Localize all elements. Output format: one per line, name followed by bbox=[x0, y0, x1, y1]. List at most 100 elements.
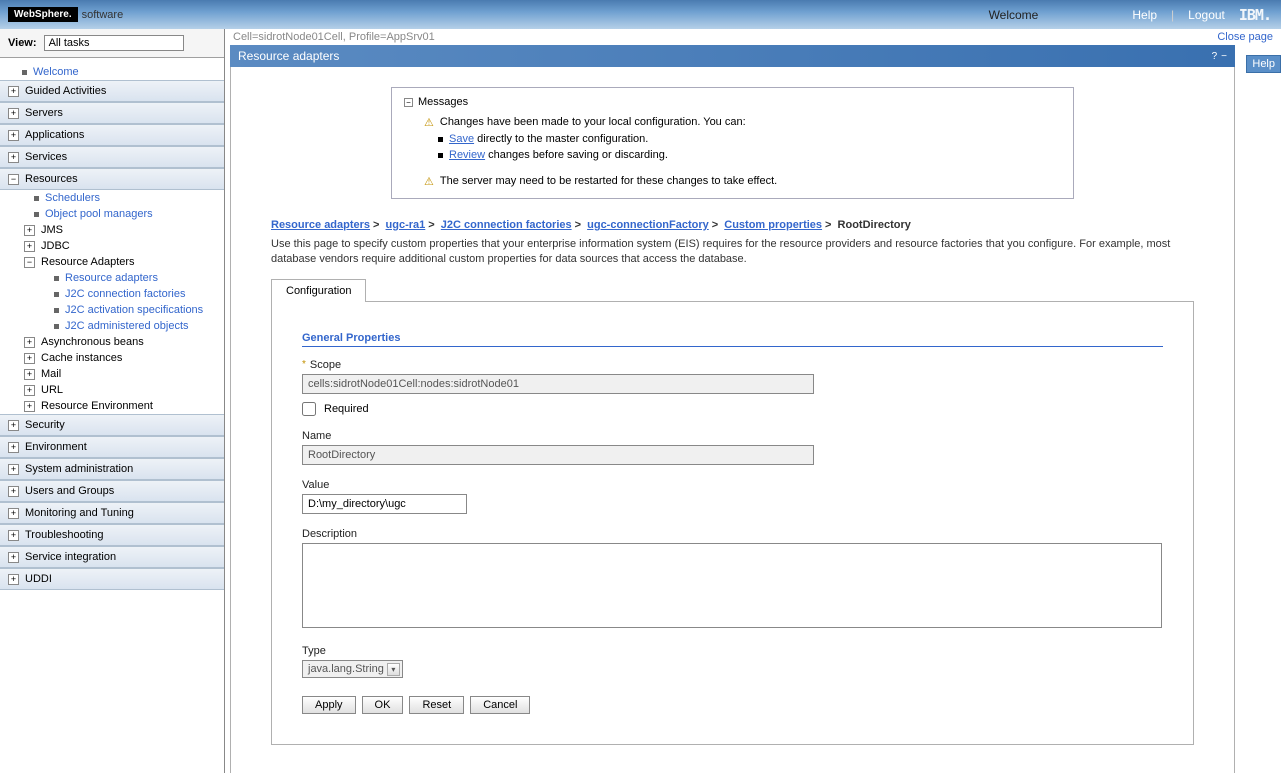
expand-icon[interactable]: + bbox=[8, 442, 19, 453]
nav-ra-resource-adapters[interactable]: Resource adapters bbox=[0, 270, 224, 286]
nav-service-integration[interactable]: +Service integration bbox=[0, 546, 224, 568]
nav-welcome[interactable]: Welcome bbox=[0, 64, 224, 80]
expand-icon[interactable]: + bbox=[8, 86, 19, 97]
expand-icon[interactable]: + bbox=[24, 369, 35, 380]
nav-monitoring-tuning[interactable]: +Monitoring and Tuning bbox=[0, 502, 224, 524]
button-row: Apply OK Reset Cancel bbox=[302, 696, 1163, 714]
nav-ra-j2c-activation-specifications[interactable]: J2C activation specifications bbox=[0, 302, 224, 318]
expand-icon[interactable]: + bbox=[24, 241, 35, 252]
breadcrumb-custom-properties[interactable]: Custom properties bbox=[724, 219, 822, 231]
breadcrumb-current: RootDirectory bbox=[838, 219, 911, 231]
warning-icon: ⚠ bbox=[424, 175, 434, 188]
logo: WebSphere. bbox=[8, 7, 78, 22]
field-name: Name RootDirectory bbox=[302, 430, 1163, 465]
scope-value: cells:sidrotNode01Cell:nodes:sidrotNode0… bbox=[302, 374, 814, 394]
collapse-icon[interactable]: − bbox=[404, 98, 413, 107]
breadcrumb-j2c-connection-factories[interactable]: J2C connection factories bbox=[441, 219, 572, 231]
expand-icon[interactable]: + bbox=[24, 337, 35, 348]
close-page-link[interactable]: Close page bbox=[1217, 31, 1273, 43]
expand-icon[interactable]: + bbox=[24, 401, 35, 412]
breadcrumb: Resource adapters> ugc-ra1> J2C connecti… bbox=[271, 219, 1194, 231]
nav-jdbc[interactable]: +JDBC bbox=[0, 238, 224, 254]
message-warning-1: ⚠ Changes have been made to your local c… bbox=[404, 114, 1061, 131]
ok-button[interactable]: OK bbox=[362, 696, 404, 714]
expand-icon[interactable]: + bbox=[24, 353, 35, 364]
help-side-button[interactable]: Help bbox=[1246, 55, 1281, 73]
nav-users-groups[interactable]: +Users and Groups bbox=[0, 480, 224, 502]
nav-guided-activities[interactable]: +Guided Activities bbox=[0, 80, 224, 102]
field-type: Type java.lang.String ▾ bbox=[302, 645, 1163, 678]
apply-button[interactable]: Apply bbox=[302, 696, 356, 714]
help-link[interactable]: Help bbox=[1132, 8, 1157, 22]
messages-box: − Messages ⚠ Changes have been made to y… bbox=[391, 87, 1074, 199]
section-general-properties: General Properties bbox=[302, 332, 1163, 347]
expand-icon[interactable]: + bbox=[8, 420, 19, 431]
nav-services[interactable]: +Services bbox=[0, 146, 224, 168]
nav-jms[interactable]: +JMS bbox=[0, 222, 224, 238]
tab-configuration[interactable]: Configuration bbox=[271, 279, 366, 302]
page-description: Use this page to specify custom properti… bbox=[271, 237, 1194, 268]
expand-icon[interactable]: + bbox=[8, 152, 19, 163]
dropdown-arrow-icon[interactable]: ▾ bbox=[387, 663, 400, 676]
nav-asynchronous-beans[interactable]: +Asynchronous beans bbox=[0, 334, 224, 350]
expand-icon[interactable]: + bbox=[8, 530, 19, 541]
expand-icon[interactable]: + bbox=[8, 464, 19, 475]
field-scope: *Scope cells:sidrotNode01Cell:nodes:sidr… bbox=[302, 359, 1163, 416]
expand-icon[interactable]: + bbox=[8, 108, 19, 119]
nav-ra-j2c-connection-factories[interactable]: J2C connection factories bbox=[0, 286, 224, 302]
nav-resources[interactable]: −Resources bbox=[0, 168, 224, 190]
breadcrumb-resource-adapters[interactable]: Resource adapters bbox=[271, 219, 370, 231]
required-checkbox[interactable] bbox=[302, 402, 316, 416]
collapse-icon[interactable]: − bbox=[8, 174, 19, 185]
nav-url[interactable]: +URL bbox=[0, 382, 224, 398]
help-icon[interactable]: ? bbox=[1212, 51, 1218, 62]
nav-resource-environment[interactable]: +Resource Environment bbox=[0, 398, 224, 414]
breadcrumb-ugc-connectionfactory[interactable]: ugc-connectionFactory bbox=[587, 219, 709, 231]
review-link[interactable]: Review bbox=[449, 149, 485, 161]
expand-icon[interactable]: + bbox=[8, 574, 19, 585]
reset-button[interactable]: Reset bbox=[409, 696, 464, 714]
cancel-button[interactable]: Cancel bbox=[470, 696, 530, 714]
panel-body: − Messages ⚠ Changes have been made to y… bbox=[230, 67, 1235, 773]
panel-title-icons: ? − bbox=[1212, 51, 1227, 62]
type-select[interactable]: java.lang.String ▾ bbox=[302, 660, 403, 678]
nav-servers[interactable]: +Servers bbox=[0, 102, 224, 124]
message-review: Review changes before saving or discardi… bbox=[404, 147, 1061, 163]
nav-schedulers[interactable]: Schedulers bbox=[0, 190, 224, 206]
name-label: Name bbox=[302, 430, 331, 442]
view-label: View: bbox=[8, 37, 37, 49]
expand-icon[interactable]: + bbox=[24, 385, 35, 396]
nav-security[interactable]: +Security bbox=[0, 414, 224, 436]
expand-icon[interactable]: + bbox=[24, 225, 35, 236]
nav-troubleshooting[interactable]: +Troubleshooting bbox=[0, 524, 224, 546]
required-indicator: * bbox=[302, 359, 306, 370]
description-textarea[interactable] bbox=[302, 543, 1162, 628]
nav-applications[interactable]: +Applications bbox=[0, 124, 224, 146]
view-dropdown[interactable]: All tasks bbox=[44, 35, 184, 51]
nav-ra-j2c-administered-objects[interactable]: J2C administered objects bbox=[0, 318, 224, 334]
nav-mail[interactable]: +Mail bbox=[0, 366, 224, 382]
cell-info: Cell=sidrotNode01Cell, Profile=AppSrv01 bbox=[225, 29, 1281, 45]
breadcrumb-ugc-ra1[interactable]: ugc-ra1 bbox=[386, 219, 426, 231]
panel-title: Resource adapters ? − bbox=[230, 45, 1235, 67]
expand-icon[interactable]: + bbox=[8, 130, 19, 141]
nav-uddi[interactable]: +UDDI bbox=[0, 568, 224, 590]
save-link[interactable]: Save bbox=[449, 133, 474, 145]
sidebar: View: All tasks Welcome +Guided Activiti… bbox=[0, 29, 225, 773]
header-actions: Welcome Help | Logout IBM. bbox=[989, 6, 1271, 24]
value-input[interactable] bbox=[302, 494, 467, 514]
nav-environment[interactable]: +Environment bbox=[0, 436, 224, 458]
nav-system-administration[interactable]: +System administration bbox=[0, 458, 224, 480]
nav-object-pool-managers[interactable]: Object pool managers bbox=[0, 206, 224, 222]
logout-link[interactable]: Logout bbox=[1188, 8, 1225, 22]
expand-icon[interactable]: + bbox=[8, 486, 19, 497]
separator: | bbox=[1171, 8, 1174, 22]
expand-icon[interactable]: + bbox=[8, 508, 19, 519]
minimize-icon[interactable]: − bbox=[1221, 51, 1227, 62]
nav-cache-instances[interactable]: +Cache instances bbox=[0, 350, 224, 366]
expand-icon[interactable]: + bbox=[8, 552, 19, 563]
nav-tree: Welcome +Guided Activities +Servers +App… bbox=[0, 58, 224, 590]
required-label: Required bbox=[324, 403, 369, 415]
nav-resource-adapters[interactable]: −Resource Adapters bbox=[0, 254, 224, 270]
collapse-icon[interactable]: − bbox=[24, 257, 35, 268]
